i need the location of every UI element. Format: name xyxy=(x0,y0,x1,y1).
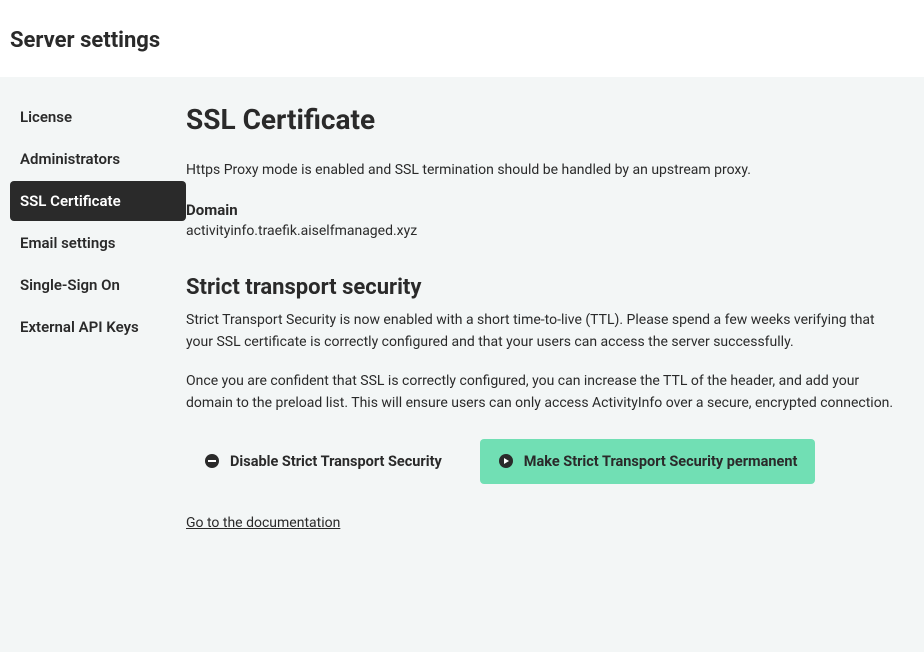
sidebar-item-administrators[interactable]: Administrators xyxy=(10,139,186,179)
page-title: SSL Certificate xyxy=(186,103,894,136)
proxy-description: Https Proxy mode is enabled and SSL term… xyxy=(186,160,894,181)
button-row: Disable Strict Transport Security Make S… xyxy=(186,439,894,484)
strict-transport-security-p2: Once you are confident that SSL is corre… xyxy=(186,371,894,414)
make-sts-permanent-label: Make Strict Transport Security permanent xyxy=(524,453,798,470)
play-circle-icon xyxy=(498,453,514,469)
header: Server settings xyxy=(0,0,924,77)
strict-transport-security-title: Strict transport security xyxy=(186,275,894,300)
content: License Administrators SSL Certificate E… xyxy=(0,77,924,652)
sidebar-item-ssl-certificate[interactable]: SSL Certificate xyxy=(10,181,186,221)
page-header-title: Server settings xyxy=(10,28,914,53)
documentation-link[interactable]: Go to the documentation xyxy=(186,515,340,531)
sidebar-item-email-settings[interactable]: Email settings xyxy=(10,223,186,263)
disable-sts-button[interactable]: Disable Strict Transport Security xyxy=(186,439,460,484)
strict-transport-security-p1: Strict Transport Security is now enabled… xyxy=(186,310,894,353)
disable-sts-label: Disable Strict Transport Security xyxy=(230,453,442,470)
domain-label: Domain xyxy=(186,201,894,219)
sidebar-item-license[interactable]: License xyxy=(10,97,186,137)
main-panel: SSL Certificate Https Proxy mode is enab… xyxy=(186,97,906,632)
domain-value: activityinfo.traefik.aiselfmanaged.xyz xyxy=(186,223,894,239)
sidebar: License Administrators SSL Certificate E… xyxy=(10,97,186,632)
sidebar-item-external-api-keys[interactable]: External API Keys xyxy=(10,307,186,347)
minus-circle-icon xyxy=(204,453,220,469)
sidebar-item-single-sign-on[interactable]: Single-Sign On xyxy=(10,265,186,305)
make-sts-permanent-button[interactable]: Make Strict Transport Security permanent xyxy=(480,439,816,484)
